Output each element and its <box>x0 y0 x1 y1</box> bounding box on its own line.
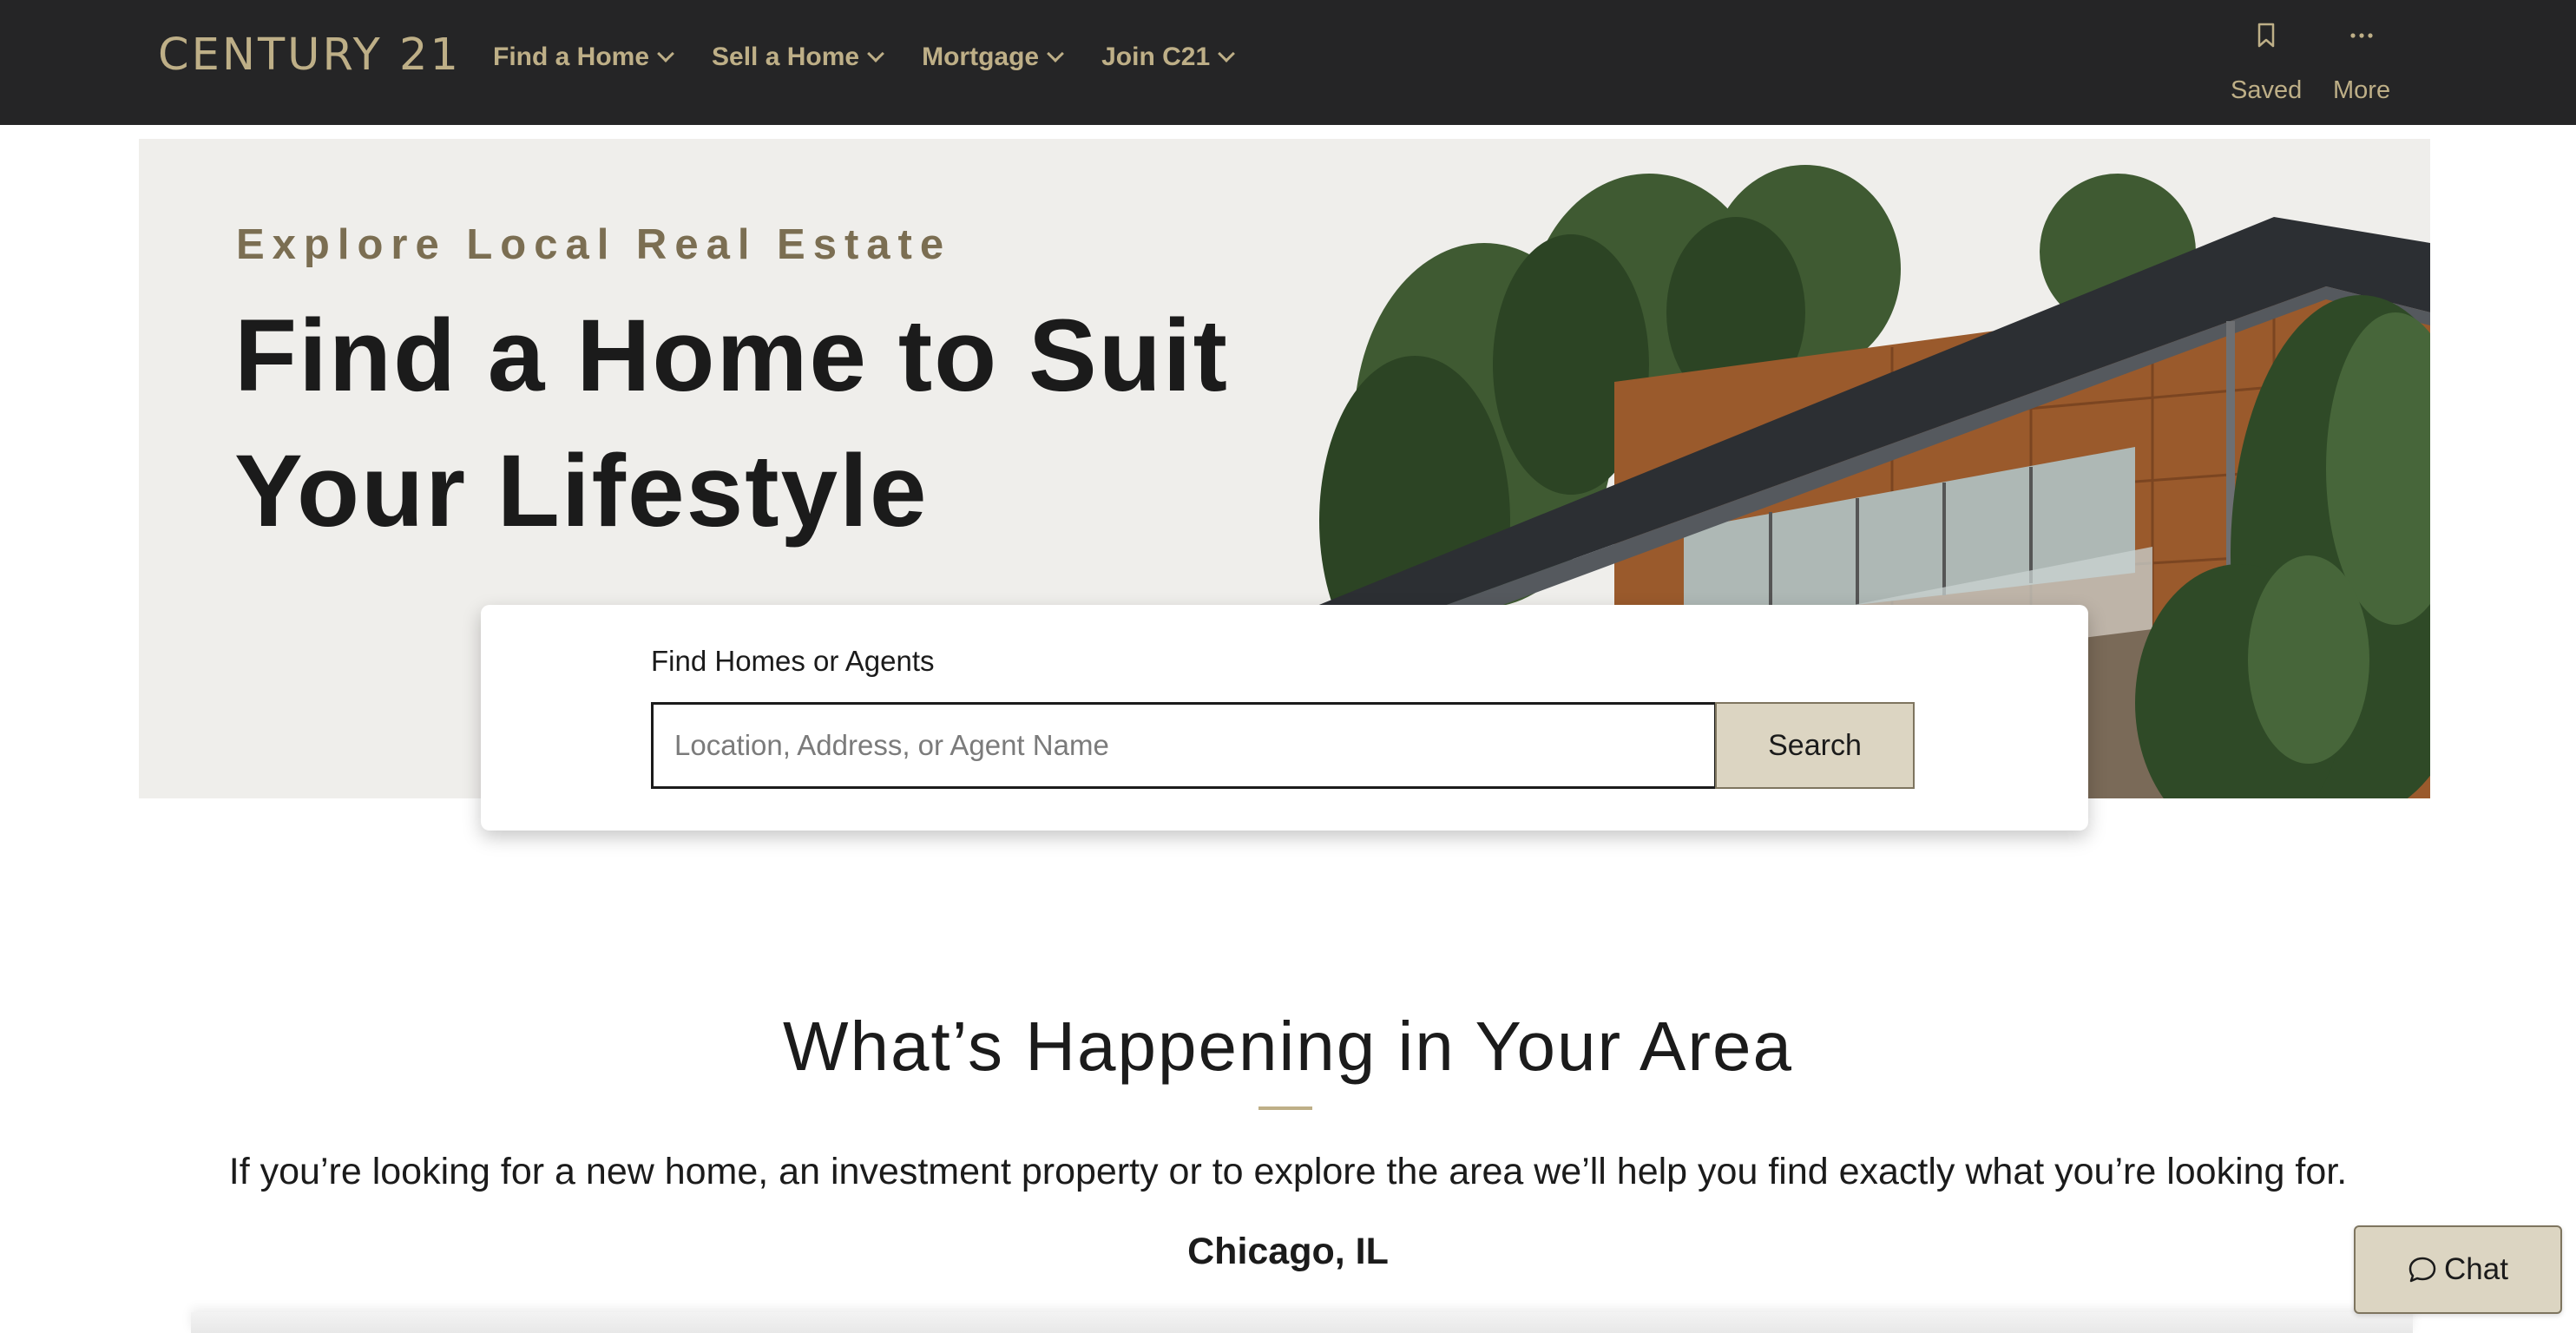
more-label: More <box>2333 76 2391 104</box>
chevron-down-icon <box>1218 45 1236 62</box>
nav-join-c21-label: Join C21 <box>1101 43 1211 71</box>
chevron-down-icon <box>657 45 674 62</box>
ellipsis-icon <box>2349 16 2375 56</box>
bookmark-icon <box>2257 16 2276 56</box>
hero-headline: Find a Home to Suit Your Lifestyle <box>234 299 1229 548</box>
chat-button[interactable]: Chat <box>2354 1225 2562 1314</box>
chat-bubble-icon <box>2408 1257 2436 1283</box>
nav-mortgage-label: Mortgage <box>922 43 1040 71</box>
section-title: What’s Happening in Your Area <box>783 1008 1793 1085</box>
top-navigation-bar: CENTURY 21 Find a Home Sell a Home Mortg… <box>0 0 2576 125</box>
saved-button[interactable]: Saved <box>2231 16 2302 105</box>
search-label: Find Homes or Agents <box>651 645 935 677</box>
chat-label: Chat <box>2444 1252 2508 1286</box>
content-card-edge <box>191 1312 2413 1333</box>
search-button[interactable]: Search <box>1715 702 1915 789</box>
more-button[interactable]: More <box>2333 16 2390 105</box>
saved-label: Saved <box>2231 76 2303 104</box>
search-card: Find Homes or Agents Search <box>481 605 2088 831</box>
main-nav: Find a Home Sell a Home Mortgage Join C2… <box>493 38 1272 76</box>
nav-sell-a-home-label: Sell a Home <box>712 43 860 71</box>
century21-logo[interactable]: CENTURY 21 <box>158 30 461 82</box>
chevron-down-icon <box>867 45 884 62</box>
section-description: If you’re looking for a new home, an inv… <box>228 1151 2348 1192</box>
nav-sell-a-home[interactable]: Sell a Home <box>712 38 884 76</box>
search-input[interactable] <box>651 702 1717 789</box>
nav-find-a-home[interactable]: Find a Home <box>493 38 674 76</box>
location-label: Chicago, IL <box>1187 1231 1389 1272</box>
section-divider <box>1258 1106 1312 1110</box>
hero-eyebrow: Explore Local Real Estate <box>236 221 952 268</box>
nav-mortgage[interactable]: Mortgage <box>922 38 1064 76</box>
chevron-down-icon <box>1047 45 1064 62</box>
nav-find-a-home-label: Find a Home <box>493 43 650 71</box>
nav-join-c21[interactable]: Join C21 <box>1101 38 1236 76</box>
